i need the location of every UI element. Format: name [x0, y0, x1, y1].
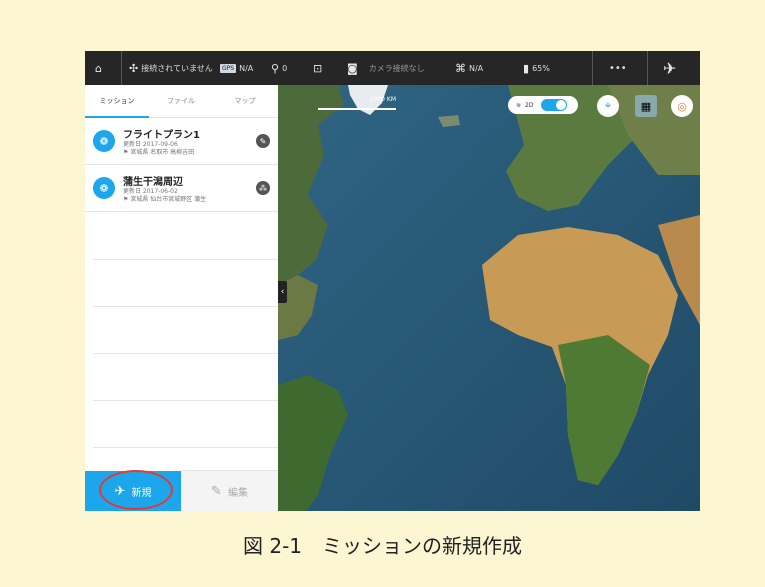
list-divider: [93, 353, 278, 354]
mission-location-text: 宮城県 仙台市宮城野区 蒲生: [130, 196, 207, 203]
gps-chip: GPS: [220, 63, 237, 73]
status-bar: ⌂ ✣ 接続されていません GPS N/A ⚲ 0 ⊡ ◙ カメラ接続なし ⌘ …: [85, 51, 700, 85]
map-thumbnail-icon: ▦: [640, 99, 652, 113]
gps-status: GPS N/A: [220, 51, 253, 85]
camera-status-text: カメラ接続なし: [368, 63, 425, 73]
mission-sidebar: ミッション ファイル マップ ❁ フライトプラン1 更新日 2017-09-06…: [85, 85, 279, 511]
camera-icon: ◙: [347, 61, 358, 75]
edit-pen-icon[interactable]: ✎: [256, 134, 270, 148]
chevron-left-icon: ‹: [280, 287, 285, 297]
2d-toggle[interactable]: ≋ 2D: [508, 96, 578, 114]
signal-status: ⚲ 0: [271, 51, 287, 85]
app-window: ⌂ ✣ 接続されていません GPS N/A ⚲ 0 ⊡ ◙ カメラ接続なし ⌘ …: [85, 51, 700, 511]
map-terrain: [278, 85, 700, 511]
list-divider: [93, 259, 278, 260]
mission-icon: ❁: [93, 177, 115, 199]
scale-label: 1000 KM: [369, 96, 396, 103]
mission-item[interactable]: ❁ フライトプラン1 更新日 2017-09-06 ⚑ 宮城県 名取市 高柳吉田…: [85, 118, 278, 165]
tab-missions[interactable]: ミッション: [85, 85, 149, 118]
scale-bar: [318, 108, 396, 110]
map-thumbnail-button[interactable]: ▦: [635, 95, 657, 117]
edit-mission-label: 編集: [227, 487, 248, 499]
layers-icon: ≋: [516, 101, 522, 109]
fly-button[interactable]: ✈: [663, 51, 676, 85]
waypoint-icon[interactable]: ⁂: [256, 181, 270, 195]
location-pin-icon: ⚑: [123, 196, 129, 203]
locate-button[interactable]: ⌖: [597, 95, 619, 117]
home-icon: ⌂: [95, 61, 102, 75]
more-button[interactable]: •••: [609, 51, 627, 85]
airplane-icon: ✈: [663, 58, 677, 78]
location-pin-icon: ⚑: [123, 149, 129, 156]
mission-icon: ❁: [93, 130, 115, 152]
gps-value: N/A: [239, 63, 254, 73]
collapse-sidebar-button[interactable]: ‹: [278, 281, 287, 303]
list-divider: [93, 306, 278, 307]
remote-controller-icon: ⊡: [313, 61, 323, 75]
target-icon: ◎: [677, 99, 687, 113]
satellite-icon: ⚲: [271, 61, 280, 75]
divider: [647, 51, 648, 85]
divider: [592, 51, 593, 85]
target-button[interactable]: ◎: [671, 95, 693, 117]
mission-item[interactable]: ❁ 蒲生干潟周辺 更新日 2017-06-02 ⚑ 宮城県 仙台市宮城野区 蒲生…: [85, 165, 278, 212]
remote-status: ⊡: [313, 51, 322, 85]
more-icon: •••: [609, 62, 627, 74]
pencil-icon: ✎: [211, 483, 222, 499]
home-button[interactable]: ⌂: [95, 51, 102, 85]
signal-value: 0: [282, 63, 288, 73]
map-mode-icon: ⌘: [455, 61, 466, 75]
map-status: ⌘ N/A: [455, 51, 483, 85]
crosshair-icon: ⌖: [604, 99, 612, 112]
tab-maps[interactable]: マップ: [213, 85, 277, 117]
edit-mission-button[interactable]: ✎ 編集: [181, 470, 278, 511]
drone-icon: ✣: [129, 61, 139, 75]
mission-location-text: 宮城県 名取市 高柳吉田: [130, 149, 195, 156]
drone-status: ✣ 接続されていません: [129, 51, 213, 85]
drone-status-text: 接続されていません: [141, 63, 213, 73]
map-value: N/A: [469, 63, 484, 73]
divider: [121, 51, 122, 85]
sidebar-tabs: ミッション ファイル マップ: [85, 85, 278, 118]
battery-icon: ▮: [523, 61, 530, 75]
battery-status: ▮ 65%: [523, 51, 550, 85]
figure-caption: 図 2-1 ミッションの新規作成: [242, 534, 523, 558]
tab-files[interactable]: ファイル: [149, 85, 213, 117]
mission-location: ⚑ 宮城県 仙台市宮城野区 蒲生: [123, 194, 206, 203]
list-divider: [93, 400, 278, 401]
2d-switch[interactable]: [541, 99, 568, 111]
mission-location: ⚑ 宮城県 名取市 高柳吉田: [123, 147, 194, 156]
2d-label: 2D: [525, 101, 534, 109]
highlight-circle: [99, 470, 173, 510]
satellite-map[interactable]: ‹ 1000 KM ≋ 2D ⌖ ▦ ◎: [278, 85, 700, 511]
camera-status: ◙ カメラ接続なし: [347, 51, 425, 85]
list-divider: [93, 447, 278, 448]
map-scale: 1000 KM: [318, 96, 396, 110]
battery-value: 65%: [532, 63, 550, 73]
